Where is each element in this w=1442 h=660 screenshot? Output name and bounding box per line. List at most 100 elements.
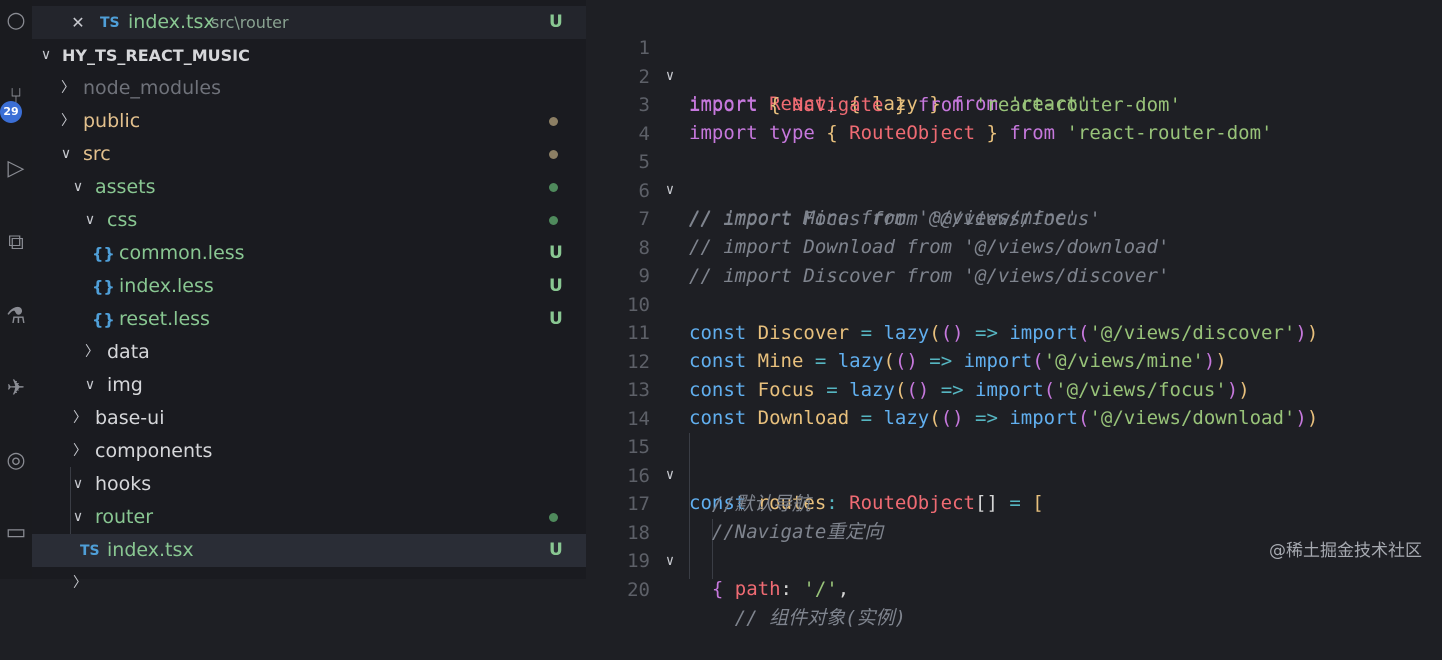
- tree-item-label: node_modules: [83, 77, 222, 99]
- tree-folder-src[interactable]: ∨ src: [32, 138, 586, 171]
- explorer-section-header[interactable]: ∨ HY_TS_REACT_MUSIC: [32, 39, 586, 72]
- tree-folder-partial[interactable]: 〉: [32, 567, 586, 600]
- code-line: 16 //默认导航: [586, 434, 1442, 515]
- chevron-down-icon: ∨: [60, 146, 72, 162]
- open-editor-filename: index.tsx: [128, 11, 215, 33]
- tree-item-label: components: [95, 440, 213, 462]
- tree-item-label: index.less: [119, 275, 214, 297]
- tree-item-label: hooks: [95, 473, 152, 495]
- tree-item-label: assets: [95, 176, 156, 198]
- code-line: 15 ∨ const routes: RouteObject[] = [: [586, 405, 1442, 514]
- tree-file-index-tsx[interactable]: TS index.tsx U: [32, 534, 586, 567]
- untracked-dot: [549, 183, 558, 192]
- code-line: 6 // import Focus from '@/views/focus': [586, 149, 1442, 230]
- tree-item-label: img: [107, 374, 143, 396]
- tree-folder-css[interactable]: ∨ css: [32, 204, 586, 237]
- code-line: 2 import { Navigate } from 'react-router…: [586, 35, 1442, 116]
- git-status-untracked: U: [549, 12, 563, 32]
- deploy-icon[interactable]: ✈: [0, 372, 32, 406]
- token-punct: ,: [837, 578, 850, 600]
- less-file-icon: {}: [92, 244, 115, 263]
- tree-item-label: index.tsx: [107, 539, 194, 561]
- chevron-down-icon: ∨: [72, 179, 84, 195]
- code-line: 12 const Focus = lazy(() => import('@/vi…: [586, 320, 1442, 401]
- docker-icon[interactable]: ▭: [0, 516, 32, 550]
- code-editor[interactable]: 1 ∨ import React, { lazy } from 'react' …: [586, 0, 1442, 629]
- remote-icon[interactable]: ◎: [0, 444, 32, 478]
- line-number: 20: [627, 579, 650, 601]
- chevron-down-icon: ∨: [72, 509, 84, 525]
- source-control-badge: 29: [0, 101, 22, 123]
- chevron-down-icon: ∨: [84, 212, 96, 228]
- git-status-untracked: U: [549, 276, 563, 296]
- modified-dot: [549, 150, 558, 159]
- code-line: 3 import type { RouteObject } from 'reac…: [586, 63, 1442, 144]
- code-line: 10 const Discover = lazy(() => import('@…: [586, 263, 1442, 344]
- chevron-down-icon: ∨: [40, 47, 52, 63]
- tree-item-label: router: [95, 506, 154, 528]
- tree-folder-public[interactable]: 〉 public: [32, 105, 586, 138]
- untracked-dot: [549, 216, 558, 225]
- code-line: 14: [586, 377, 1442, 430]
- close-icon[interactable]: ✕: [70, 6, 86, 39]
- chevron-right-icon: 〉: [73, 410, 87, 426]
- tree-folder-components[interactable]: 〉 components: [32, 435, 586, 468]
- token-comment: // 组件对象(实例): [689, 607, 906, 629]
- chevron-right-icon: 〉: [61, 113, 75, 129]
- open-editor-path: src\router: [211, 13, 289, 32]
- tree-folder-base-ui[interactable]: 〉 base-ui: [32, 402, 586, 435]
- tree-item-label: base-ui: [95, 407, 165, 429]
- activity-bar: ○ ⑂ 29 ▷ ⧉ ⚗ ✈ ◎ ▭: [0, 0, 32, 579]
- less-file-icon: {}: [92, 277, 115, 296]
- git-status-untracked: U: [549, 309, 563, 329]
- tree-item-label: reset.less: [119, 308, 210, 330]
- search-icon[interactable]: ○: [0, 4, 32, 38]
- extensions-icon[interactable]: ⧉: [0, 226, 32, 260]
- testing-icon[interactable]: ⚗: [0, 300, 32, 334]
- chevron-down-icon: ∨: [72, 476, 84, 492]
- watermark: @稀土掘金技术社区: [1269, 541, 1422, 561]
- run-debug-icon[interactable]: ▷: [0, 152, 32, 186]
- code-line: 17 //Navigate重定向: [586, 462, 1442, 543]
- chevron-right-icon: 〉: [73, 443, 87, 459]
- typescript-file-icon: TS: [80, 543, 100, 559]
- untracked-dot: [549, 513, 558, 522]
- code-line: 1 ∨ import React, { lazy } from 'react': [586, 6, 1442, 115]
- chevron-right-icon: 〉: [73, 575, 87, 591]
- tree-item-label: src: [83, 143, 111, 165]
- git-status-untracked: U: [549, 540, 563, 560]
- explorer-sidebar: ✕ TS index.tsx src\router U ∨ HY_TS_REAC…: [32, 0, 586, 591]
- typescript-file-icon: TS: [100, 15, 120, 31]
- chevron-right-icon: 〉: [85, 344, 99, 360]
- project-title: HY_TS_REACT_MUSIC: [62, 46, 250, 65]
- chevron-down-icon: ∨: [84, 377, 96, 393]
- code-line: 4: [586, 92, 1442, 145]
- tree-folder-router[interactable]: ∨ router: [32, 501, 586, 534]
- tree-file-index-less[interactable]: {} index.less U: [32, 270, 586, 303]
- tree-item-label: common.less: [119, 242, 245, 264]
- chevron-right-icon: 〉: [61, 80, 75, 96]
- modified-dot: [549, 117, 558, 126]
- token-string: '/': [803, 578, 838, 600]
- token-property: path: [734, 578, 781, 600]
- code-line: 11 const Mine = lazy(() => import('@/vie…: [586, 291, 1442, 372]
- tree-folder-data[interactable]: 〉 data: [32, 336, 586, 369]
- token-punct: :: [780, 578, 804, 600]
- code-line: 5 ∨ // import Mine from '@/views/mine': [586, 120, 1442, 229]
- tree-folder-node-modules[interactable]: 〉 node_modules: [32, 72, 586, 105]
- tree-item-label: public: [83, 110, 141, 132]
- less-file-icon: {}: [92, 310, 115, 329]
- tree-folder-img[interactable]: ∨ img: [32, 369, 586, 402]
- tree-item-label: css: [107, 209, 138, 231]
- code-line: 7 // import Download from '@/views/downl…: [586, 177, 1442, 258]
- tree-folder-hooks[interactable]: ∨ hooks: [32, 468, 586, 501]
- code-line: 13 const Download = lazy(() => import('@…: [586, 348, 1442, 429]
- tree-folder-assets[interactable]: ∨ assets: [32, 171, 586, 204]
- tree-file-reset-less[interactable]: {} reset.less U: [32, 303, 586, 336]
- tree-item-label: data: [107, 341, 150, 363]
- open-editor-item[interactable]: ✕ TS index.tsx src\router U: [32, 6, 586, 39]
- code-line: 8 // import Discover from '@/views/disco…: [586, 206, 1442, 287]
- code-line: 9: [586, 234, 1442, 287]
- git-status-untracked: U: [549, 243, 563, 263]
- tree-file-common-less[interactable]: {} common.less U: [32, 237, 586, 270]
